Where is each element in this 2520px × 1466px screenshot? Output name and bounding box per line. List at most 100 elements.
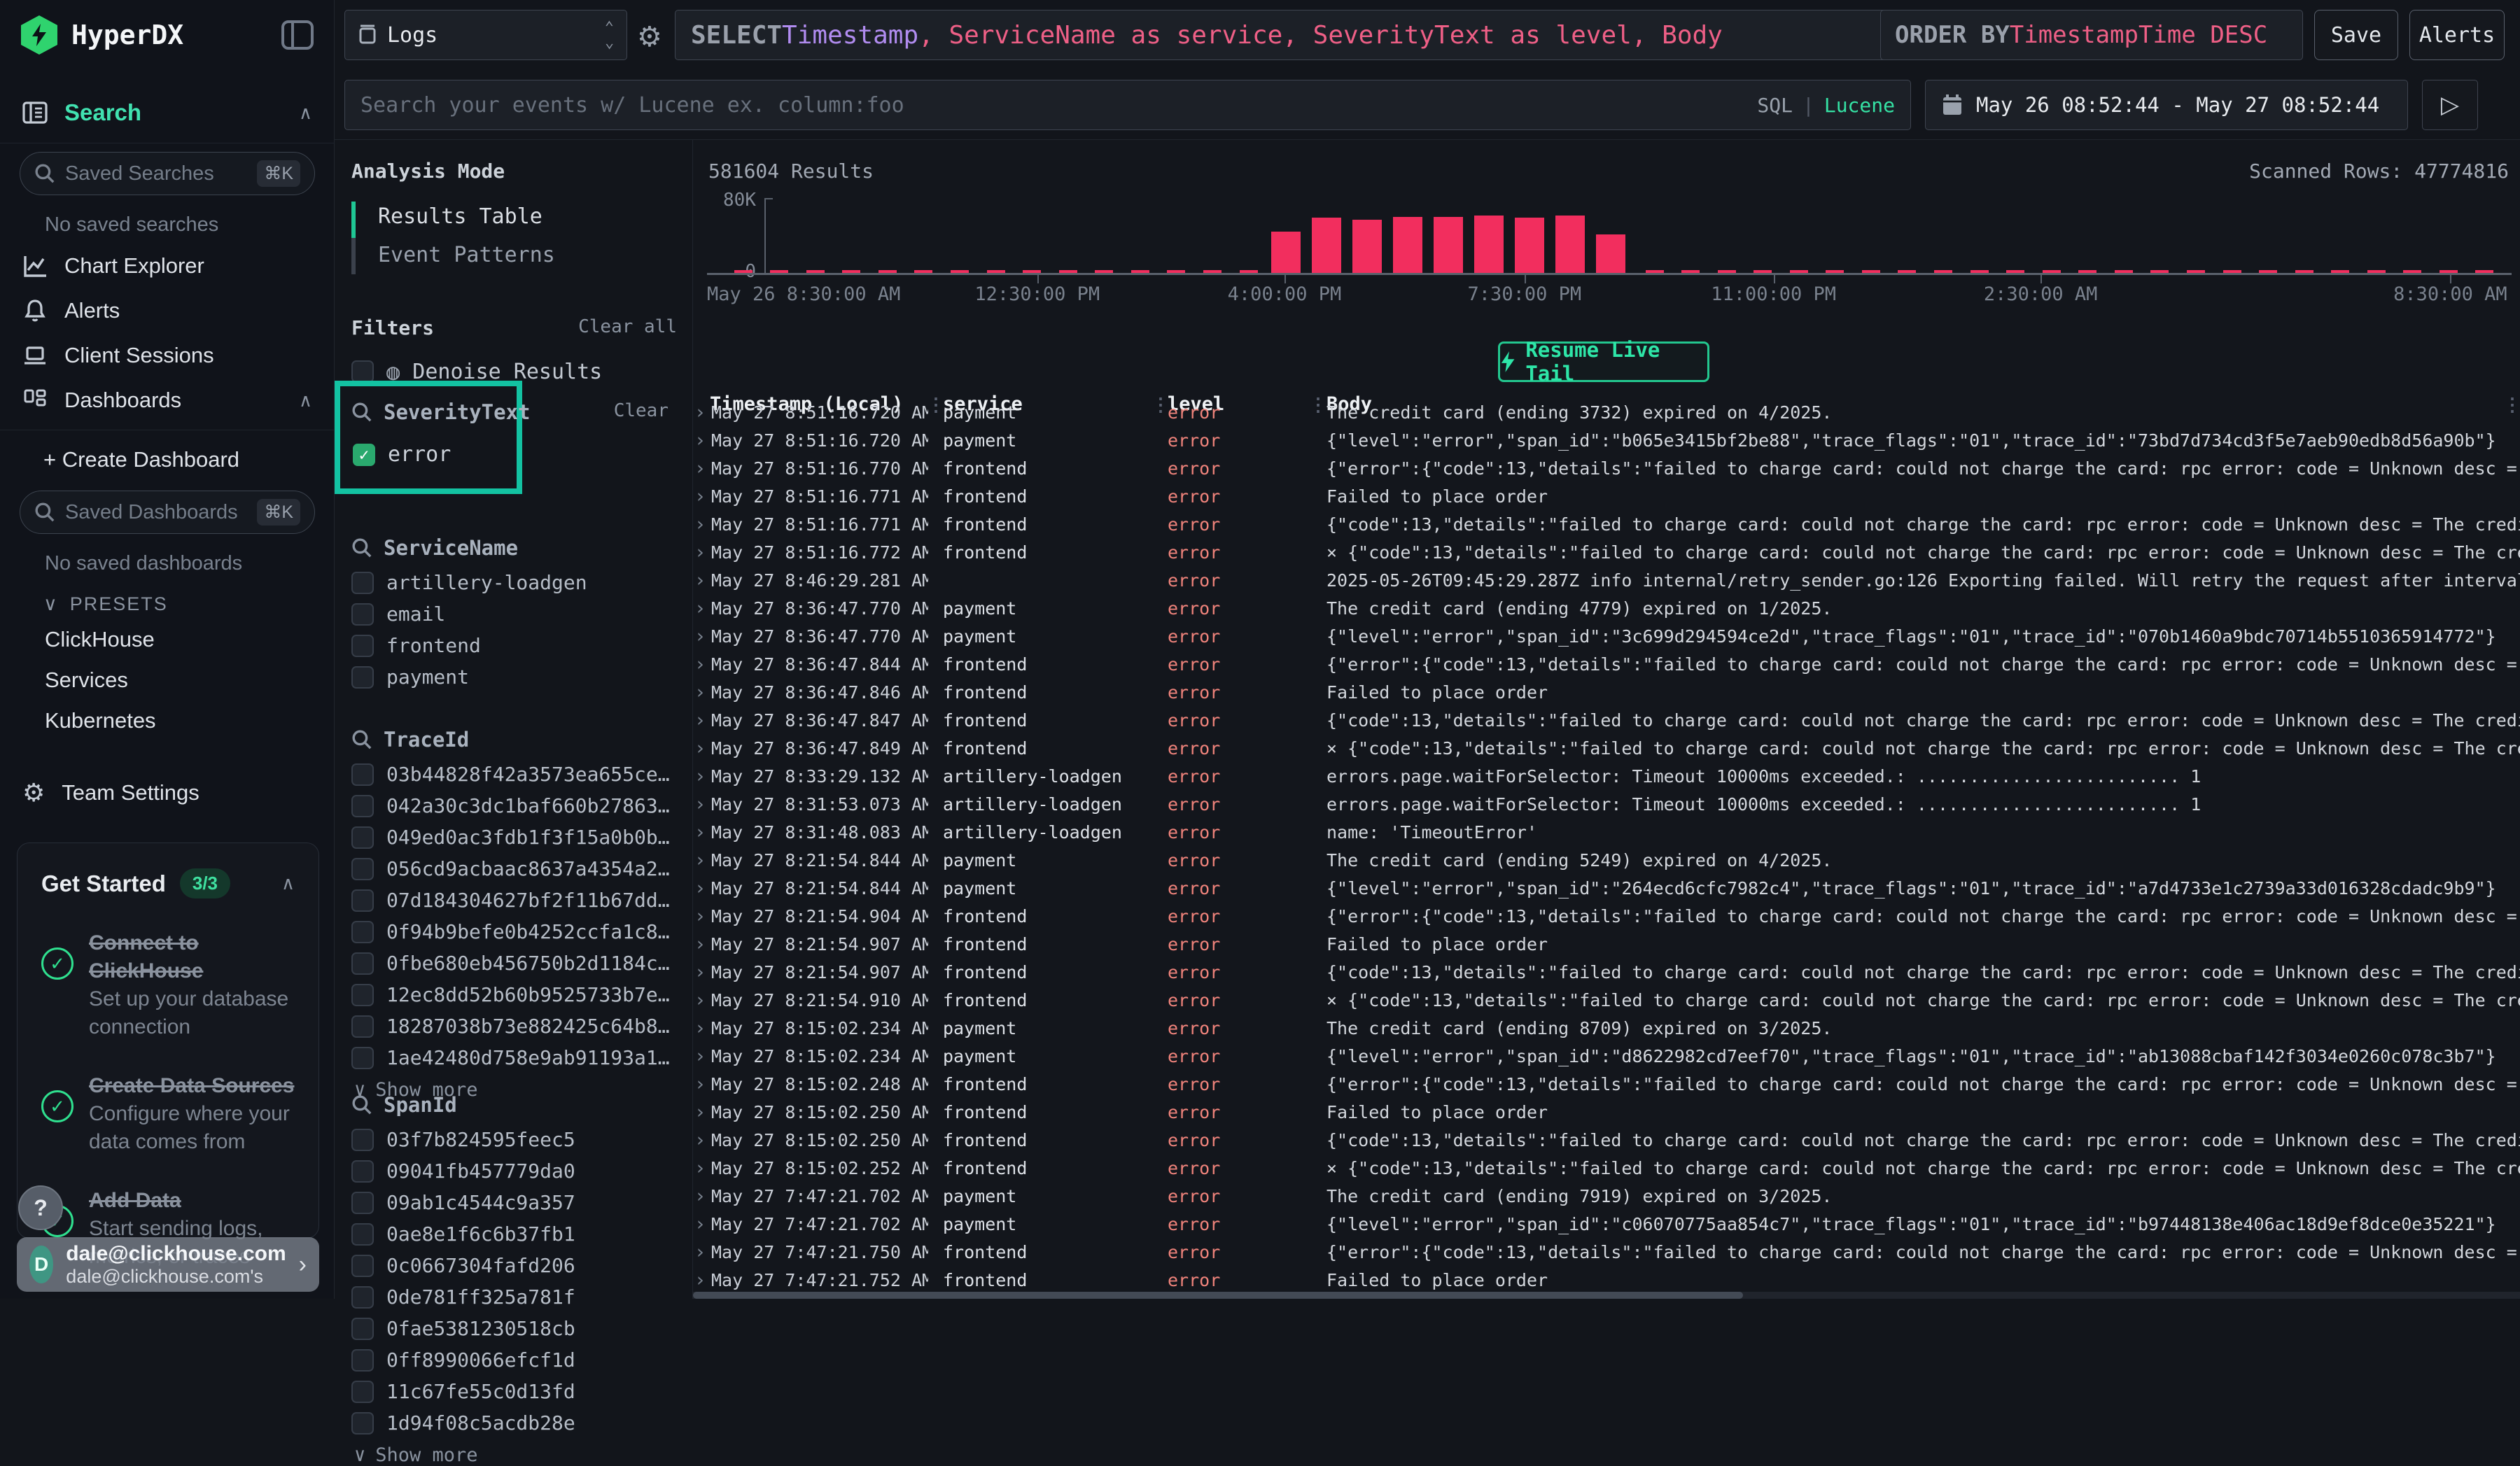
- row-expand-chevron[interactable]: ›: [694, 735, 706, 763]
- mode-results-table[interactable]: Results Table: [351, 197, 555, 236]
- filter-checkbox[interactable]: [351, 795, 374, 817]
- filter-option[interactable]: 0fae5381230518cb: [351, 1313, 575, 1344]
- presets-toggle[interactable]: ∨ PRESETS: [0, 582, 335, 619]
- table-row[interactable]: › May 27 8:51:16.771 AM frontend error {…: [693, 511, 2520, 539]
- filter-checkbox[interactable]: [351, 921, 374, 943]
- filter-checkbox[interactable]: [351, 1015, 374, 1038]
- date-range-picker[interactable]: May 26 08:52:44 - May 27 08:52:44: [1925, 80, 2408, 130]
- row-expand-chevron[interactable]: ›: [694, 1155, 706, 1183]
- table-row[interactable]: › May 27 8:15:02.250 AM frontend error {…: [693, 1127, 2520, 1155]
- table-row[interactable]: › May 27 8:15:02.248 AM frontend error {…: [693, 1071, 2520, 1099]
- row-expand-chevron[interactable]: ›: [694, 1267, 706, 1295]
- filter-checkbox[interactable]: [351, 952, 374, 975]
- row-expand-chevron[interactable]: ›: [694, 819, 706, 847]
- filter-option[interactable]: 056cd9acbaac8637a4354a2…: [351, 853, 670, 884]
- filter-checkbox[interactable]: [351, 635, 374, 657]
- filter-option[interactable]: 1d94f08c5acdb28e: [351, 1407, 575, 1439]
- row-expand-chevron[interactable]: ›: [694, 1015, 706, 1043]
- run-query-button[interactable]: ▷: [2422, 80, 2478, 130]
- row-expand-chevron[interactable]: ›: [694, 455, 706, 483]
- row-expand-chevron[interactable]: ›: [694, 483, 706, 511]
- table-row[interactable]: › May 27 8:21:54.910 AM frontend error ×…: [693, 987, 2520, 1015]
- filter-option[interactable]: 042a30c3dc1baf660b27863…: [351, 790, 670, 822]
- filter-checkbox[interactable]: [351, 1381, 374, 1403]
- sql-mode[interactable]: SQL: [1757, 94, 1793, 117]
- row-expand-chevron[interactable]: ›: [694, 567, 706, 595]
- filter-checkbox[interactable]: [351, 826, 374, 849]
- filter-option[interactable]: 0c0667304fafd206: [351, 1250, 575, 1281]
- filter-checkbox[interactable]: [351, 1255, 374, 1277]
- row-expand-chevron[interactable]: ›: [694, 1127, 706, 1155]
- row-expand-chevron[interactable]: ›: [694, 1071, 706, 1099]
- severity-clear-button[interactable]: Clear: [614, 400, 668, 421]
- table-row[interactable]: › May 27 8:51:16.720 AM payment error {"…: [693, 427, 2520, 455]
- table-row[interactable]: › May 27 8:46:29.281 AM error 2025-05-26…: [693, 567, 2520, 595]
- denoise-checkbox[interactable]: [351, 360, 374, 383]
- table-row[interactable]: › May 27 8:21:54.907 AM frontend error {…: [693, 959, 2520, 987]
- filter-checkbox[interactable]: [351, 1047, 374, 1069]
- table-row[interactable]: › May 27 7:47:21.750 AM frontend error {…: [693, 1239, 2520, 1267]
- row-expand-chevron[interactable]: ›: [694, 763, 706, 791]
- filter-option[interactable]: 03b44828f42a3573ea655ce…: [351, 759, 670, 790]
- row-expand-chevron[interactable]: ›: [694, 595, 706, 623]
- saved-dashboards-input[interactable]: [65, 501, 247, 524]
- order-by-input[interactable]: ORDER BY TimestampTime DESC: [1880, 10, 2303, 60]
- filter-option[interactable]: 0ae8e1f6c6b37fb1: [351, 1218, 575, 1250]
- row-expand-chevron[interactable]: ›: [694, 903, 706, 931]
- filter-checkbox[interactable]: [351, 1160, 374, 1183]
- table-row[interactable]: › May 27 8:51:16.771 AM frontend error F…: [693, 483, 2520, 511]
- table-row[interactable]: › May 27 8:36:47.847 AM frontend error {…: [693, 707, 2520, 735]
- chevron-up-icon[interactable]: ∧: [299, 102, 312, 124]
- search-icon[interactable]: [351, 729, 372, 750]
- get-started-step[interactable]: ✓ Create Data Sources Configure where yo…: [41, 1072, 295, 1156]
- error-checkbox-checked[interactable]: ✓: [353, 444, 375, 466]
- collapse-sidebar-icon[interactable]: [281, 20, 314, 50]
- filter-checkbox[interactable]: [351, 1223, 374, 1246]
- row-expand-chevron[interactable]: ›: [694, 1183, 706, 1211]
- filter-checkbox[interactable]: [351, 1286, 374, 1309]
- filter-checkbox[interactable]: [351, 1412, 374, 1435]
- table-row[interactable]: › May 27 8:36:47.770 AM payment error Th…: [693, 595, 2520, 623]
- lucene-mode[interactable]: Lucene: [1824, 94, 1895, 117]
- table-row[interactable]: › May 27 8:21:54.907 AM frontend error F…: [693, 931, 2520, 959]
- row-expand-chevron[interactable]: ›: [694, 1239, 706, 1267]
- filter-option[interactable]: artillery-loadgen: [351, 567, 587, 598]
- filter-option[interactable]: 0f94b9befe0b4252ccfa1c8…: [351, 916, 670, 947]
- filter-checkbox[interactable]: [351, 984, 374, 1006]
- filter-option[interactable]: 0ff8990066efcf1d: [351, 1344, 575, 1376]
- filter-checkbox[interactable]: [351, 572, 374, 594]
- row-expand-chevron[interactable]: ›: [694, 427, 706, 455]
- table-row[interactable]: › May 27 8:51:16.772 AM frontend error ×…: [693, 539, 2520, 567]
- spanid-show-more[interactable]: ∨ Show more: [351, 1439, 575, 1466]
- row-expand-chevron[interactable]: ›: [694, 707, 706, 735]
- filter-option[interactable]: 12ec8dd52b60b9525733b7e…: [351, 979, 670, 1010]
- filter-checkbox[interactable]: [351, 858, 374, 880]
- table-row[interactable]: › May 27 8:51:16.720 AM payment error Th…: [693, 399, 2520, 427]
- saved-searches-input[interactable]: [65, 162, 247, 185]
- row-expand-chevron[interactable]: ›: [694, 399, 706, 427]
- filter-checkbox[interactable]: [351, 1129, 374, 1151]
- chevron-up-icon[interactable]: ∧: [281, 873, 295, 894]
- filter-checkbox[interactable]: [351, 1349, 374, 1372]
- filter-checkbox[interactable]: [351, 1192, 374, 1214]
- sidebar-item-search[interactable]: Search ∧: [0, 90, 335, 136]
- preset-dashboard-link[interactable]: Kubernetes: [0, 700, 335, 741]
- table-row[interactable]: › May 27 8:51:16.770 AM frontend error {…: [693, 455, 2520, 483]
- row-expand-chevron[interactable]: ›: [694, 959, 706, 987]
- filter-option[interactable]: 049ed0ac3fdb1f3f15a0b0b…: [351, 822, 670, 853]
- row-expand-chevron[interactable]: ›: [694, 623, 706, 651]
- help-button[interactable]: ?: [18, 1185, 63, 1230]
- mode-event-patterns[interactable]: Event Patterns: [351, 236, 555, 274]
- row-expand-chevron[interactable]: ›: [694, 1211, 706, 1239]
- row-expand-chevron[interactable]: ›: [694, 1043, 706, 1071]
- event-search-input[interactable]: [360, 93, 1743, 118]
- filter-checkbox[interactable]: [351, 666, 374, 689]
- table-row[interactable]: › May 27 7:47:21.702 AM payment error {"…: [693, 1211, 2520, 1239]
- row-expand-chevron[interactable]: ›: [694, 987, 706, 1015]
- get-started-step[interactable]: ✓ Connect to ClickHouse Set up your data…: [41, 929, 295, 1041]
- sidebar-item-dashboards[interactable]: Dashboards ∧: [0, 378, 335, 423]
- sidebar-item-chart-explorer[interactable]: Chart Explorer: [0, 244, 335, 288]
- filter-checkbox[interactable]: [351, 763, 374, 786]
- row-expand-chevron[interactable]: ›: [694, 511, 706, 539]
- filter-checkbox[interactable]: [351, 603, 374, 626]
